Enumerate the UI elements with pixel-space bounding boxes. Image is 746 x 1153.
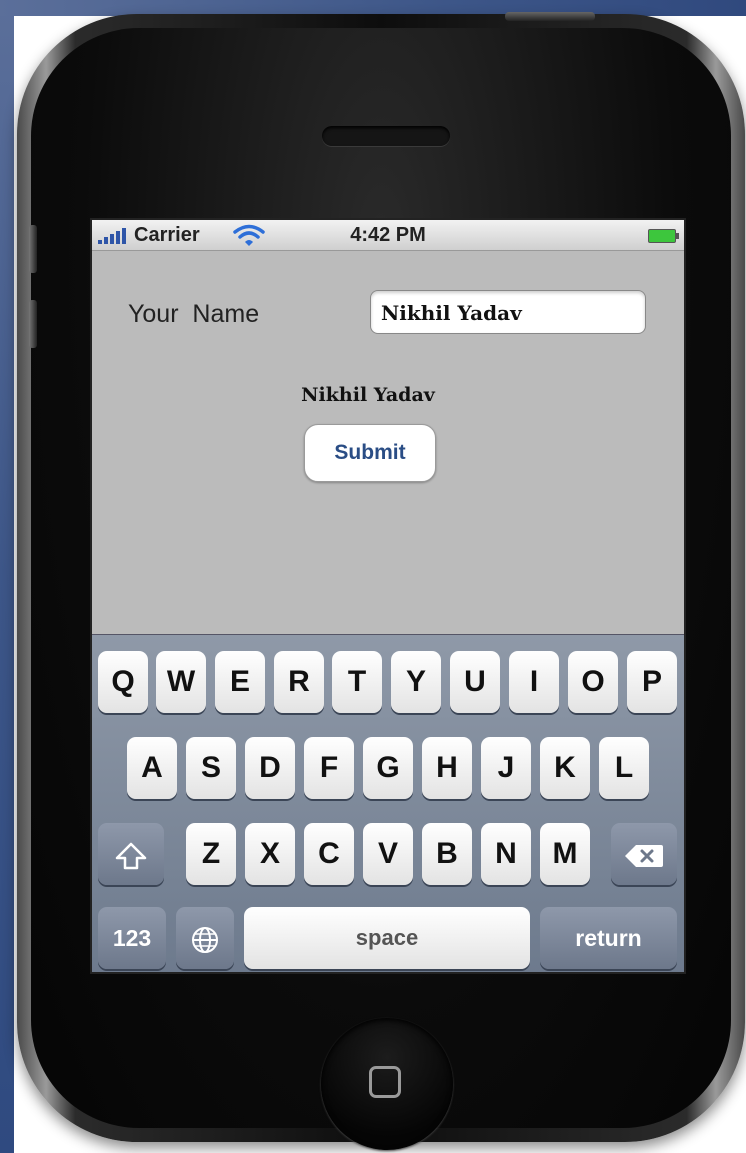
backspace-icon — [625, 844, 663, 867]
volume-down-button — [29, 300, 37, 348]
key-a[interactable]: A — [127, 737, 177, 799]
globe-key[interactable] — [176, 907, 234, 969]
desktop-background-left — [0, 0, 14, 1153]
globe-icon — [192, 926, 218, 953]
home-square-icon — [369, 1066, 401, 1098]
backspace-key[interactable] — [611, 823, 677, 885]
key-i[interactable]: I — [509, 651, 559, 713]
key-v[interactable]: V — [363, 823, 413, 885]
sleep-button — [505, 12, 595, 21]
key-o[interactable]: O — [568, 651, 618, 713]
key-z[interactable]: Z — [186, 823, 236, 885]
key-q[interactable]: Q — [98, 651, 148, 713]
echo-name-label: Nikhil Yadav — [301, 384, 435, 406]
home-button[interactable] — [321, 1018, 453, 1150]
key-f[interactable]: F — [304, 737, 354, 799]
name-label: Your Name — [128, 300, 260, 328]
key-n[interactable]: N — [481, 823, 531, 885]
key-b[interactable]: B — [422, 823, 472, 885]
earpiece-speaker — [322, 126, 450, 146]
key-m[interactable]: M — [540, 823, 590, 885]
key-u[interactable]: U — [450, 651, 500, 713]
shift-key[interactable] — [98, 823, 164, 885]
submit-button[interactable]: Submit — [304, 424, 436, 482]
key-g[interactable]: G — [363, 737, 413, 799]
status-bar: Carrier 4:42 PM — [92, 220, 684, 251]
on-screen-keyboard: Q W E R T Y U I O P A S D F G H J K L Z … — [92, 634, 684, 972]
key-y[interactable]: Y — [391, 651, 441, 713]
name-text-field[interactable]: Nikhil Yadav — [370, 290, 646, 334]
numbers-key[interactable]: 123 — [98, 907, 166, 969]
key-c[interactable]: C — [304, 823, 354, 885]
key-k[interactable]: K — [540, 737, 590, 799]
key-x[interactable]: X — [245, 823, 295, 885]
key-e[interactable]: E — [215, 651, 265, 713]
space-key[interactable]: space — [244, 907, 530, 969]
key-s[interactable]: S — [186, 737, 236, 799]
return-key[interactable]: return — [540, 907, 677, 969]
simulator-screen: Carrier 4:42 PM Your Name Nikhil Yadav N… — [90, 218, 686, 974]
status-time: 4:42 PM — [350, 224, 426, 246]
key-j[interactable]: J — [481, 737, 531, 799]
key-p[interactable]: P — [627, 651, 677, 713]
key-d[interactable]: D — [245, 737, 295, 799]
key-l[interactable]: L — [599, 737, 649, 799]
key-h[interactable]: H — [422, 737, 472, 799]
volume-up-button — [29, 225, 37, 273]
shift-arrow-icon — [115, 842, 147, 870]
key-t[interactable]: T — [332, 651, 382, 713]
key-r[interactable]: R — [274, 651, 324, 713]
key-w[interactable]: W — [156, 651, 206, 713]
battery-icon — [648, 229, 679, 243]
